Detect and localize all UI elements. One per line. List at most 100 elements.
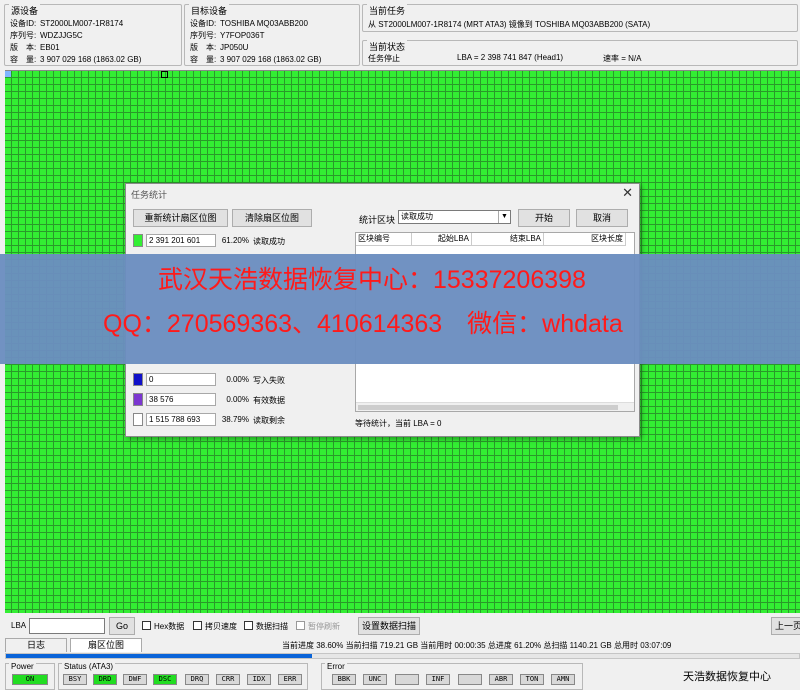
led-blank-1 [395, 674, 419, 685]
target-device-id: 设备ID: TOSHIBA MQ03ABB200 [190, 19, 308, 28]
stat-count-read-success: 2 391 201 601 [146, 234, 216, 247]
source-serial: 序列号: WDZJJG5C [10, 31, 83, 40]
stat-name-write-fail: 写入失败 [253, 376, 285, 385]
source-device-id: 设备ID: ST2000LM007-1R8174 [10, 19, 124, 28]
current-task-description: 从 ST2000LM007-1R8174 (MRT ATA3) 镜像到 TOSH… [368, 20, 651, 29]
target-device-title: 目标设备 [189, 4, 230, 17]
stat-wait-text: 等待统计，当前 LBA = 0 [355, 419, 442, 428]
sector-cursor [161, 71, 168, 78]
watermark-line-1: 武汉天浩数据恢复中心：15337206398 [158, 266, 586, 294]
led-ton: TON [520, 674, 544, 685]
column-header-block-length[interactable]: 区块长度 [544, 233, 626, 246]
recount-bitmap-button[interactable]: 重新统计扇区位图 [133, 209, 228, 227]
checkbox-box[interactable] [193, 621, 202, 630]
target-firmware: 版 本: JP050U [190, 43, 249, 52]
stat-pct-write-fail: 0.00% [226, 375, 249, 384]
target-device-panel: 目标设备 设备ID: TOSHIBA MQ03ABB200 序列号: Y7FOP03… [184, 4, 360, 66]
error-group: Error BBK UNC INF ABR TON AMN [321, 663, 583, 690]
watermark-line-2: QQ：270569363、410614363 微信：whdata [103, 310, 623, 338]
source-capacity: 容 量: 3 907 029 168 (1863.02 GB) [10, 55, 142, 64]
tab-log[interactable]: 日志 [5, 638, 67, 652]
go-button[interactable]: Go [109, 617, 135, 635]
led-inf: INF [426, 674, 450, 685]
start-button[interactable]: 开始 [518, 209, 570, 227]
checkbox-box[interactable] [142, 621, 151, 630]
stat-swatch-valid-data [133, 393, 143, 406]
stat-swatch-read-remaining [133, 413, 143, 426]
stat-pct-read-success: 61.20% [221, 236, 249, 245]
stat-pct-valid-data: 0.00% [226, 395, 249, 404]
led-abr: ABR [489, 674, 513, 685]
pause-refresh-checkbox[interactable]: 暂停刷新 [296, 621, 340, 633]
set-data-scan-button[interactable]: 设置数据扫描 [358, 617, 420, 635]
led-bbk: BBK [332, 674, 356, 685]
led-unc: UNC [363, 674, 387, 685]
power-on-led: ON [12, 674, 48, 685]
tab-sector-bitmap[interactable]: 扇区位图 [70, 638, 142, 652]
current-task-title: 当前任务 [367, 4, 408, 17]
progress-bar [5, 653, 800, 659]
close-icon[interactable]: ✕ [622, 185, 633, 201]
block-select-value: 读取成功 [401, 212, 433, 221]
column-header-start-lba[interactable]: 起始LBA [412, 233, 472, 246]
led-drd: DRD [93, 674, 117, 685]
dialog-title: 任务统计 [131, 190, 168, 200]
led-dsc: DSC [153, 674, 177, 685]
stat-count-valid-data: 38 576 [146, 393, 216, 406]
checkbox-box[interactable] [296, 621, 305, 630]
hex-data-checkbox[interactable]: Hex数据 [142, 621, 184, 633]
block-label: 统计区块 [359, 215, 396, 225]
copy-speed-checkbox[interactable]: 拷贝速度 [193, 621, 237, 633]
stat-count-read-remaining: 1 515 788 693 [146, 413, 216, 426]
led-dwf: DWF [123, 674, 147, 685]
led-blank-2 [458, 674, 482, 685]
current-task-panel: 当前任务 从 ST2000LM007-1R8174 (MRT ATA3) 镜像到… [362, 4, 798, 32]
stat-swatch-write-fail [133, 373, 143, 386]
led-crr: CRR [216, 674, 240, 685]
state-lba: LBA = 2 398 741 847 (Head1) [457, 53, 564, 62]
data-scan-checkbox[interactable]: 数据扫描 [244, 621, 288, 633]
source-device-title: 源设备 [9, 4, 41, 17]
scrollbar-thumb[interactable] [358, 405, 618, 410]
power-title: Power [9, 662, 36, 671]
list-horizontal-scrollbar[interactable] [356, 402, 634, 411]
lba-label: LBA [11, 621, 27, 630]
power-group: Power ON [5, 663, 55, 690]
status-group: Status (ATA3) BSY DRD DWF DSC DRQ CRR ID… [58, 663, 308, 690]
source-firmware: 版 本: EB01 [10, 43, 60, 52]
led-idx: IDX [247, 674, 271, 685]
brand-name: 天浩数据恢复中心 [683, 671, 771, 683]
column-header-block-id[interactable]: 区块编号 [356, 233, 412, 246]
prev-page-button[interactable]: 上一页 [771, 617, 800, 635]
led-bsy: BSY [63, 674, 87, 685]
data-scan-label: 数据扫描 [256, 622, 288, 631]
state-status: 任务停止 [368, 54, 400, 63]
led-drq: DRQ [185, 674, 209, 685]
chevron-down-icon: ▼ [498, 211, 510, 223]
cancel-button[interactable]: 取消 [576, 209, 628, 227]
stat-name-valid-data: 有效数据 [253, 396, 285, 405]
pause-refresh-label: 暂停刷新 [308, 622, 340, 631]
current-state-panel: 当前状态 任务停止 LBA = 2 398 741 847 (Head1) 速率… [362, 40, 798, 66]
hex-data-label: Hex数据 [154, 622, 185, 631]
source-device-panel: 源设备 设备ID: ST2000LM007-1R8174 序列号: WDZJJG5C… [4, 4, 182, 66]
stat-count-write-fail: 0 [146, 373, 216, 386]
clear-bitmap-button[interactable]: 清除扇区位图 [232, 209, 312, 227]
target-capacity: 容 量: 3 907 029 168 (1863.02 GB) [190, 55, 322, 64]
copy-speed-label: 拷贝速度 [205, 622, 237, 631]
led-amn: AMN [551, 674, 575, 685]
target-serial: 序列号: Y7FOP036T [190, 31, 265, 40]
checkbox-box[interactable] [244, 621, 253, 630]
watermark-banner: 武汉天浩数据恢复中心：15337206398 QQ：270569363、4106… [0, 254, 800, 364]
progress-fill [6, 654, 313, 658]
led-err: ERR [278, 674, 302, 685]
stat-name-read-success: 读取成功 [253, 237, 285, 246]
state-rate: 速率 = N/A [603, 54, 642, 63]
sector-cell-current [5, 71, 11, 77]
status-title: Status (ATA3) [62, 662, 116, 671]
lba-input[interactable] [29, 618, 105, 634]
block-select[interactable]: 读取成功 ▼ [398, 210, 511, 224]
column-header-end-lba[interactable]: 结束LBA [472, 233, 544, 246]
progress-info: 当前进度 38.60% 当前扫描 719.21 GB 当前用时 00:00:35… [282, 641, 672, 650]
current-state-title: 当前状态 [367, 40, 408, 53]
